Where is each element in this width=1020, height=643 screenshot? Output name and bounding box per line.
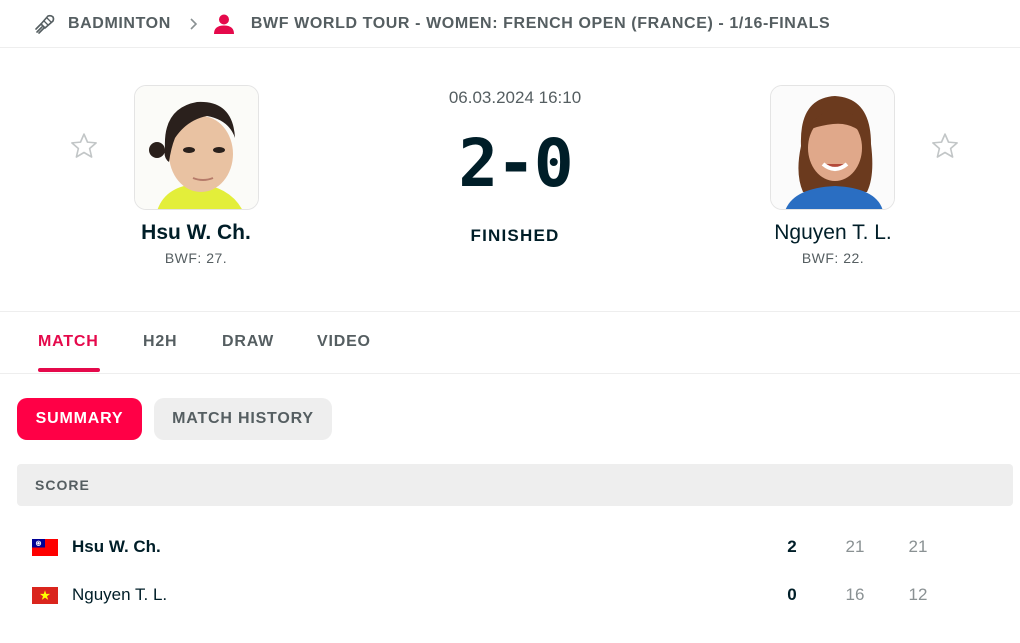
favorite-home-star-icon[interactable] [69, 131, 99, 161]
home-player-rank: BWF: 27. [164, 250, 228, 266]
breadcrumb: BADMINTON BWF WORLD TOUR - WOMEN: FRENCH… [0, 0, 1020, 48]
score-row-home: Hsu W. Ch. 2 21 21 [0, 532, 1020, 562]
score-row-set-1: 21 [845, 537, 865, 556]
away-player-rank: BWF: 22. [801, 250, 865, 266]
person-icon [213, 13, 235, 35]
score-row-total: 0 [787, 585, 797, 604]
vietnam-flag-icon [32, 587, 58, 604]
score-row-set-2: 12 [908, 585, 928, 604]
subtab-match-history[interactable]: MATCH HISTORY [154, 398, 332, 440]
home-player-photo[interactable] [134, 85, 259, 210]
favorite-away-star-icon[interactable] [930, 131, 960, 161]
tab-match[interactable]: MATCH [38, 333, 99, 351]
breadcrumb-sport-link[interactable]: BADMINTON [68, 15, 171, 33]
score-row-total: 2 [787, 537, 797, 556]
away-player-photo[interactable] [770, 85, 895, 210]
active-tab-indicator [38, 368, 100, 372]
tab-video[interactable]: VIDEO [317, 333, 371, 351]
score-row-player-name[interactable]: Nguyen T. L. [72, 585, 167, 605]
subtab-summary[interactable]: SUMMARY [17, 398, 142, 440]
score-section-header: SCORE [17, 464, 1013, 506]
match-datetime: 06.03.2024 16:10 [448, 88, 582, 107]
chevron-right-icon [189, 17, 198, 30]
home-player-name[interactable]: Hsu W. Ch. [76, 221, 316, 245]
score-row-away: Nguyen T. L. 0 16 12 [0, 580, 1020, 610]
shuttlecock-icon [34, 13, 56, 35]
tab-h2h[interactable]: H2H [143, 333, 177, 351]
match-status: FINISHED [470, 226, 560, 245]
taiwan-flag-icon [32, 539, 58, 556]
score-row-set-1: 16 [845, 585, 865, 604]
tab-draw[interactable]: DRAW [222, 333, 274, 351]
score-row-set-2: 21 [908, 537, 928, 556]
score-row-player-name[interactable]: Hsu W. Ch. [72, 537, 161, 557]
match-score: 2-0 [458, 125, 573, 202]
breadcrumb-tournament-link[interactable]: BWF WORLD TOUR - WOMEN: FRENCH OPEN (FRA… [251, 15, 830, 33]
match-header: Hsu W. Ch. BWF: 27. 06.03.2024 16:10 2-0… [0, 49, 1020, 312]
match-tabs: MATCH H2H DRAW VIDEO [0, 313, 1020, 374]
away-player-name[interactable]: Nguyen T. L. [713, 221, 953, 245]
